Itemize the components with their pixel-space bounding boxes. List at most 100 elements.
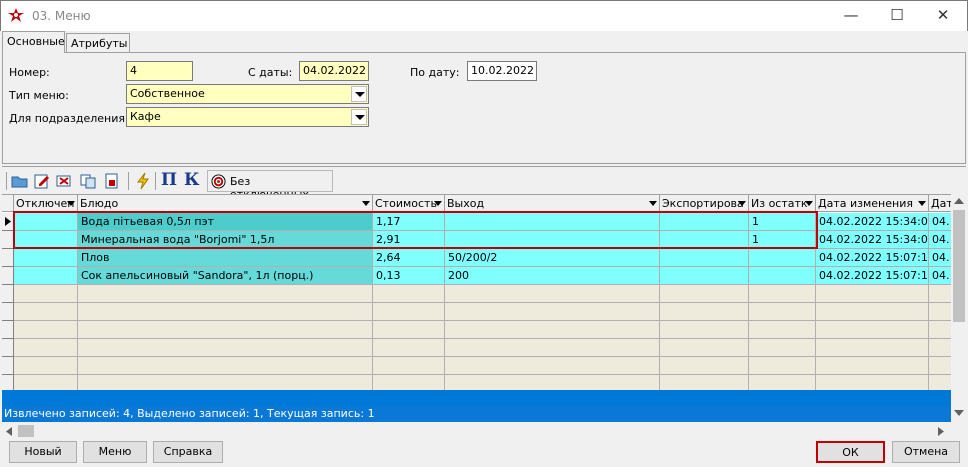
table-row[interactable]: Плов 2,64 50/200/2 04.02.2022 15:07:18 0… (2, 249, 953, 267)
empty-cell (660, 303, 749, 321)
menu-button[interactable]: Меню (83, 441, 147, 463)
menu-type-label: Тип меню: (9, 89, 69, 102)
cell-extra[interactable]: 04. (929, 213, 953, 231)
empty-cell (929, 321, 953, 339)
dropdown-arrow-icon (434, 201, 442, 206)
scroll-thumb[interactable] (18, 425, 34, 437)
cell-from-stock[interactable] (749, 267, 816, 285)
menu-type-select[interactable]: Собственное (126, 84, 369, 104)
row-indicator (2, 321, 14, 339)
scroll-thumb[interactable] (953, 210, 965, 322)
column-header-dish[interactable]: Блюдо (78, 195, 373, 212)
row-indicator (2, 249, 14, 267)
empty-cell (749, 321, 816, 339)
department-select[interactable]: Кафе (126, 107, 369, 127)
empty-cell (749, 303, 816, 321)
dropdown-arrow-icon (738, 201, 746, 206)
empty-cell (929, 285, 953, 303)
empty-row (2, 321, 953, 339)
vertical-scrollbar[interactable] (951, 194, 967, 422)
minimize-button[interactable]: — (828, 0, 874, 30)
cell-dish[interactable]: Плов (78, 249, 373, 267)
cell-changed[interactable]: 04.02.2022 15:07:18 (816, 249, 929, 267)
cell-price[interactable]: 2,64 (373, 249, 445, 267)
title-bar (0, 0, 968, 31)
cell-changed[interactable]: 04.02.2022 15:07:18 (816, 267, 929, 285)
delete-icon[interactable] (55, 172, 73, 190)
copy-icon[interactable] (79, 172, 97, 190)
tab-attributes[interactable]: Атрибуты (66, 33, 130, 52)
cell-extra[interactable]: 04. (929, 231, 953, 249)
help-button[interactable]: Справка (153, 441, 223, 463)
empty-cell (14, 285, 78, 303)
date-from-field[interactable]: 04.02.2022 (299, 61, 369, 81)
cell-changed[interactable]: 04.02.2022 15:34:00 (816, 231, 929, 249)
column-header-label: Выход (447, 197, 485, 210)
column-header-exported[interactable]: Экспортирова (660, 195, 749, 212)
empty-cell (78, 339, 373, 357)
cell-excluded[interactable] (14, 267, 78, 285)
column-header-price[interactable]: Стоимость (373, 195, 445, 212)
column-header-label: Стоимость (375, 197, 437, 210)
number-label: Номер: (9, 66, 50, 79)
column-header-excluded[interactable]: Отключен (14, 195, 78, 212)
empty-cell (660, 285, 749, 303)
dropdown-arrow-icon (649, 201, 657, 206)
cell-output[interactable]: 50/200/2 (445, 249, 660, 267)
number-field[interactable]: 4 (126, 61, 193, 81)
cell-dish[interactable]: Сок апельсиновый "Sandora", 1л (порц.) (78, 267, 373, 285)
edit-icon[interactable] (33, 172, 51, 190)
dropdown-arrow-icon (362, 201, 370, 206)
empty-cell (373, 339, 445, 357)
cell-changed[interactable]: 04.02.2022 15:34:00 (816, 213, 929, 231)
maximize-button[interactable]: ☐ (874, 0, 920, 30)
cancel-button[interactable]: Отмена (892, 441, 960, 463)
empty-cell (929, 357, 953, 375)
scroll-right-icon[interactable] (938, 427, 944, 436)
chevron-down-icon[interactable] (351, 86, 367, 102)
chevron-down-icon[interactable] (351, 109, 367, 125)
cell-output[interactable]: 200 (445, 267, 660, 285)
scroll-up-icon[interactable] (954, 198, 964, 204)
cell-price[interactable]: 0,13 (373, 267, 445, 285)
table-row[interactable]: Сок апельсиновый "Sandora", 1л (порц.) 0… (2, 267, 953, 285)
lightning-icon[interactable] (134, 172, 152, 190)
ok-button[interactable]: ОК (816, 441, 885, 463)
column-header-label: Дата изменения (818, 197, 913, 210)
empty-row (2, 357, 953, 375)
tab-main[interactable]: Основные (2, 31, 65, 53)
k-icon[interactable]: К (184, 170, 199, 190)
cell-excluded[interactable] (14, 249, 78, 267)
cell-extra[interactable]: 04. (929, 267, 953, 285)
column-header-label: Дат (931, 197, 953, 210)
empty-cell (749, 357, 816, 375)
empty-cell (816, 339, 929, 357)
column-header-changed[interactable]: Дата изменения (816, 195, 929, 212)
empty-cell (660, 339, 749, 357)
pi-icon[interactable]: П (161, 170, 177, 190)
column-header-from-stock[interactable]: Из остатк (749, 195, 816, 212)
cell-extra[interactable]: 04. (929, 249, 953, 267)
new-button[interactable]: Новый (9, 441, 77, 463)
horizontal-scrollbar[interactable] (2, 423, 966, 439)
cell-exported[interactable] (660, 267, 749, 285)
cell-from-stock[interactable] (749, 249, 816, 267)
empty-cell (929, 303, 953, 321)
scroll-down-icon[interactable] (954, 410, 964, 416)
empty-row (2, 339, 953, 357)
folder-open-icon[interactable] (11, 172, 29, 190)
document-icon[interactable] (103, 172, 121, 190)
toolbar-separator (128, 172, 129, 190)
close-button[interactable]: ✕ (920, 0, 966, 30)
column-header-extra[interactable]: Дат (929, 195, 953, 212)
empty-cell (816, 357, 929, 375)
date-to-field[interactable]: 10.02.2022 (467, 61, 537, 81)
no-excluded-toggle[interactable]: Без отключенных (207, 170, 333, 201)
status-bar: Извлечено записей: 4, Выделено записей: … (2, 406, 953, 422)
row-indicator (2, 267, 14, 285)
empty-cell (816, 321, 929, 339)
cell-exported[interactable] (660, 249, 749, 267)
scroll-left-icon[interactable] (6, 427, 12, 436)
empty-cell (660, 357, 749, 375)
column-header-output[interactable]: Выход (445, 195, 660, 212)
